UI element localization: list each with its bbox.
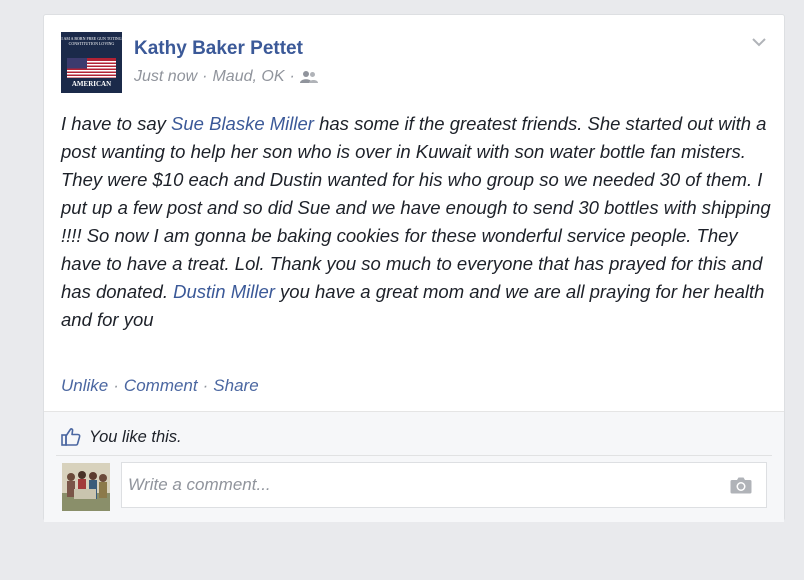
message-text: has some if the greatest friends. She st… bbox=[61, 113, 771, 302]
post-message: I have to say Sue Blaske Miller has some… bbox=[61, 110, 771, 334]
post-meta: Just now · Maud, OK · bbox=[134, 68, 318, 86]
meta-separator: · bbox=[289, 68, 295, 85]
meta-separator: · bbox=[202, 68, 208, 85]
divider bbox=[56, 455, 772, 456]
likes-text[interactable]: You like this. bbox=[89, 428, 182, 447]
thumbs-up-icon bbox=[61, 428, 81, 446]
likes-summary: You like this. bbox=[61, 425, 182, 449]
tagged-user-link[interactable]: Dustin Miller bbox=[173, 281, 275, 302]
camera-icon[interactable] bbox=[730, 476, 752, 494]
author-name[interactable]: Kathy Baker Pettet bbox=[134, 38, 303, 60]
share-link[interactable]: Share bbox=[213, 376, 258, 395]
flag-icon bbox=[67, 58, 116, 78]
group-photo-icon bbox=[62, 463, 110, 511]
avatar-caption-bottom: AMERICAN bbox=[71, 80, 112, 88]
comment-input[interactable] bbox=[122, 463, 718, 507]
tagged-user-link[interactable]: Sue Blaske Miller bbox=[171, 113, 314, 134]
post-actions: Unlike · Comment · Share bbox=[61, 376, 259, 396]
post-card: I AM A BORN FREE GUN TOTING CONSTITUTION… bbox=[43, 14, 785, 522]
message-text: I have to say bbox=[61, 113, 172, 134]
author-avatar[interactable]: I AM A BORN FREE GUN TOTING CONSTITUTION… bbox=[61, 32, 122, 93]
feedback-section: You like this. bbox=[44, 411, 784, 522]
post-location[interactable]: Maud, OK bbox=[212, 68, 284, 86]
action-separator: · bbox=[113, 376, 119, 395]
comment-link[interactable]: Comment bbox=[124, 376, 198, 395]
chevron-down-icon[interactable] bbox=[750, 33, 768, 51]
unlike-link[interactable]: Unlike bbox=[61, 376, 108, 395]
action-separator: · bbox=[202, 376, 209, 395]
avatar-caption-top: I AM A BORN FREE GUN TOTING CONSTITUTION… bbox=[61, 36, 122, 46]
comment-box bbox=[121, 462, 767, 508]
friends-icon[interactable] bbox=[299, 70, 318, 84]
commenter-avatar[interactable] bbox=[62, 463, 110, 511]
post-time[interactable]: Just now bbox=[134, 68, 197, 86]
